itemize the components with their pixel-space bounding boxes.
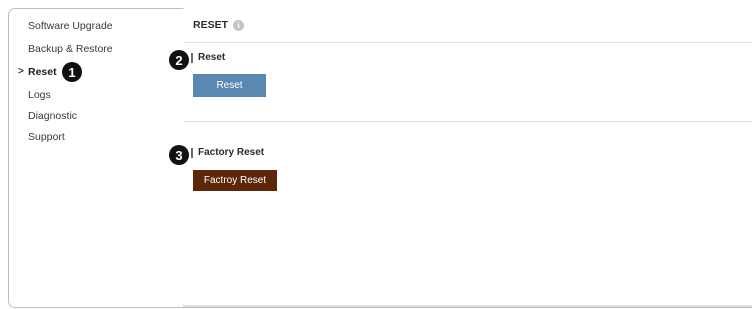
callout-badge-2: 2 [169, 50, 189, 70]
factory-reset-section-label: Factory Reset [198, 147, 265, 158]
sidebar-item-reset[interactable]: > Reset [18, 66, 57, 78]
page-title: RESET [193, 19, 229, 31]
factory-reset-button[interactable]: Factroy Reset [193, 170, 277, 191]
panel-header: RESET i [193, 19, 245, 31]
section-marker [191, 147, 193, 158]
sidebar-item-label: Backup & Restore [28, 43, 113, 55]
sidebar-item-label: Diagnostic [28, 110, 78, 122]
sidebar: Software Upgrade Backup & Restore > Rese… [9, 9, 183, 307]
callout-badge-1: 1 [62, 62, 82, 82]
sidebar-item-backup-restore[interactable]: Backup & Restore [28, 43, 113, 55]
header-divider [183, 42, 752, 43]
sidebar-item-label: Software Upgrade [28, 20, 113, 32]
section-divider [183, 121, 752, 122]
section-marker [191, 52, 193, 63]
reset-button[interactable]: Reset [193, 74, 266, 97]
sidebar-item-software-upgrade[interactable]: Software Upgrade [28, 20, 113, 32]
active-caret-icon: > [18, 66, 24, 77]
sidebar-item-label: Support [28, 131, 65, 143]
sidebar-item-support[interactable]: Support [28, 131, 65, 143]
reset-section-label: Reset [198, 52, 226, 63]
info-icon[interactable]: i [233, 19, 245, 31]
factory-reset-section-header: Factory Reset [191, 147, 264, 158]
sidebar-item-diagnostic[interactable]: Diagnostic [28, 110, 77, 122]
sidebar-item-label: Reset [28, 66, 57, 78]
sidebar-item-logs[interactable]: Logs [28, 89, 51, 101]
reset-panel: RESET i Reset Reset Factory Reset Factro… [183, 7, 752, 305]
reset-section-header: Reset [191, 52, 225, 63]
sidebar-item-label: Logs [28, 89, 51, 101]
callout-badge-3: 3 [169, 145, 189, 165]
